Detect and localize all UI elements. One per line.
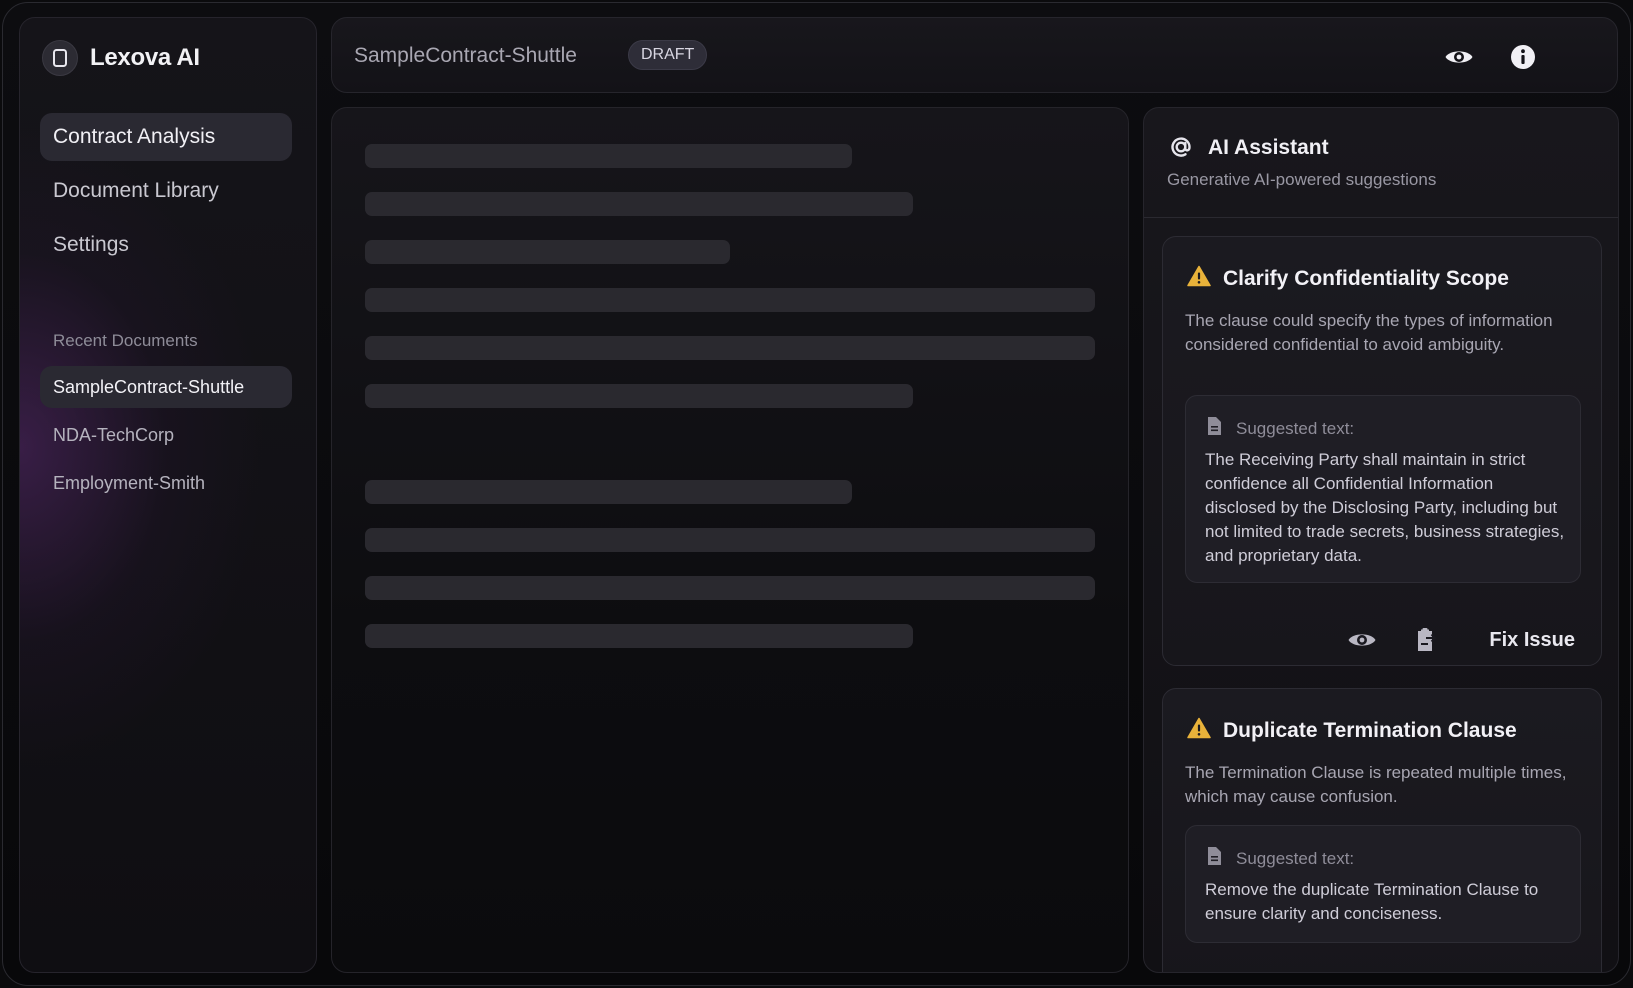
skeleton-line: [365, 480, 852, 504]
document-editor[interactable]: [331, 107, 1129, 973]
suggestion-actions: Fix Issue: [1343, 621, 1579, 659]
skeleton-line: [365, 144, 852, 168]
fix-issue-button[interactable]: Fix Issue: [1471, 623, 1579, 658]
document-icon: [1206, 416, 1222, 441]
app-window: Lexova AI Contract Analysis Document Lib…: [2, 2, 1631, 986]
sidebar: Lexova AI Contract Analysis Document Lib…: [19, 17, 317, 973]
eye-icon[interactable]: [1343, 621, 1381, 659]
status-badge: DRAFT: [628, 40, 708, 70]
warning-icon: [1187, 717, 1211, 744]
suggested-text: The Receiving Party shall maintain in st…: [1205, 450, 1565, 565]
skeleton-line: [365, 240, 730, 264]
skeleton-line: [365, 576, 1095, 600]
app-logo-icon: [42, 40, 78, 76]
clipboard-copy-icon[interactable]: [1407, 621, 1445, 659]
skeleton-line: [365, 192, 913, 216]
ai-assistant-panel: AI Assistant Generative AI-powered sugge…: [1143, 107, 1619, 973]
nav-item-label: Document Library: [53, 179, 219, 202]
nav-item-label: Settings: [53, 233, 129, 256]
nav-item-label: Contract Analysis: [53, 125, 216, 148]
recent-documents-heading: Recent Documents: [53, 331, 198, 350]
skeleton-line: [365, 288, 1095, 312]
suggested-text-label: Suggested text:: [1236, 418, 1355, 438]
suggestion-description: The clause could specify the types of in…: [1185, 311, 1553, 354]
skeleton-line: [365, 624, 913, 648]
recent-documents-list: SampleContract-Shuttle NDA-TechCorp Empl…: [40, 366, 292, 510]
suggestion-card: Duplicate Termination Clause The Termina…: [1162, 688, 1602, 972]
recent-item-nda-techcorp[interactable]: NDA-TechCorp: [40, 414, 292, 456]
suggestion-description: The Termination Clause is repeated multi…: [1185, 763, 1567, 806]
document-header: SampleContract-Shuttle DRAFT: [331, 17, 1618, 93]
suggested-text-label: Suggested text:: [1236, 848, 1355, 868]
suggested-text-box: Suggested text: Remove the duplicate Ter…: [1185, 825, 1581, 943]
nav-item-contract-analysis[interactable]: Contract Analysis: [40, 113, 292, 161]
brand[interactable]: Lexova AI: [42, 40, 200, 76]
ai-assistant-subtitle: Generative AI-powered suggestions: [1167, 170, 1437, 189]
main-nav: Contract Analysis Document Library Setti…: [40, 113, 292, 275]
eye-icon[interactable]: [1442, 40, 1476, 74]
suggested-text-box: Suggested text: The Receiving Party shal…: [1185, 395, 1581, 583]
suggested-text: Remove the duplicate Termination Clause …: [1205, 880, 1539, 923]
recent-item-label: SampleContract-Shuttle: [53, 376, 245, 397]
info-icon[interactable]: [1506, 40, 1540, 74]
recent-item-label: NDA-TechCorp: [53, 424, 175, 445]
warning-icon: [1187, 265, 1211, 292]
document-icon: [1206, 846, 1222, 871]
suggestion-card: Clarify Confidentiality Scope The clause…: [1162, 236, 1602, 666]
at-sign-icon: [1168, 134, 1194, 165]
skeleton-line: [365, 528, 1095, 552]
app-name: Lexova AI: [90, 44, 200, 71]
nav-item-document-library[interactable]: Document Library: [40, 167, 292, 215]
skeleton-line: [365, 384, 913, 408]
skeleton-line: [365, 336, 1095, 360]
ai-assistant-header: AI Assistant Generative AI-powered sugge…: [1144, 108, 1618, 218]
recent-item-employment-smith[interactable]: Employment-Smith: [40, 462, 292, 504]
suggestion-title: Clarify Confidentiality Scope: [1223, 266, 1509, 290]
document-title: SampleContract-Shuttle: [354, 44, 577, 67]
recent-item-label: Employment-Smith: [53, 472, 206, 493]
recent-item-samplecontract-shuttle[interactable]: SampleContract-Shuttle: [40, 366, 292, 408]
suggestion-title: Duplicate Termination Clause: [1223, 718, 1517, 742]
nav-item-settings[interactable]: Settings: [40, 221, 292, 269]
ai-assistant-title: AI Assistant: [1208, 136, 1329, 159]
